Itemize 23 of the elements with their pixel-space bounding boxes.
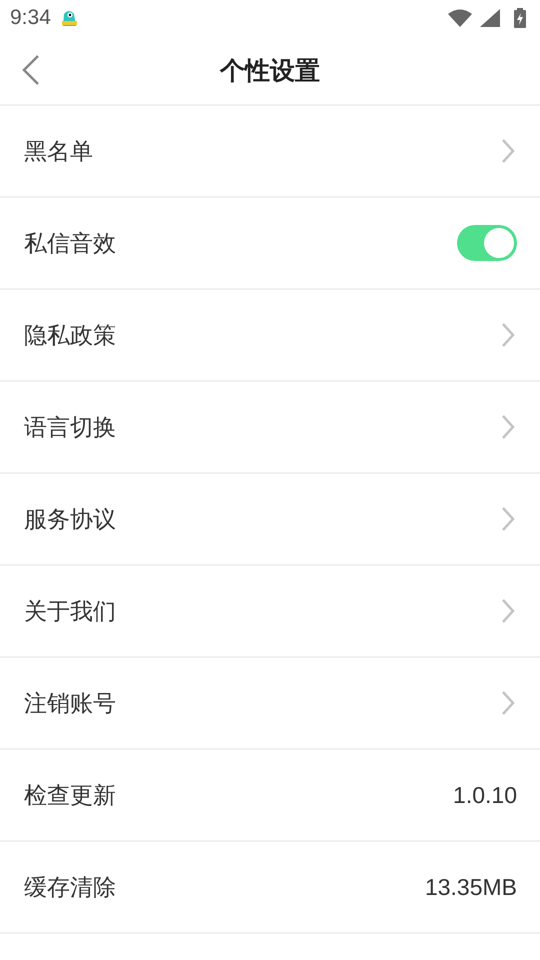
chevron-icon[interactable]: [499, 414, 517, 440]
setting-value: 1.0.10: [453, 782, 517, 808]
status-time: 9:34: [10, 6, 51, 30]
chevron-icon[interactable]: [499, 506, 517, 532]
battery-icon: [514, 8, 526, 28]
page-title: 个性设置: [220, 54, 320, 86]
setting-label: 隐私政策: [24, 322, 117, 350]
setting-label: 私信音效: [24, 230, 117, 258]
setting-value: 13.35MB: [424, 874, 517, 900]
chevron-icon[interactable]: [499, 138, 517, 164]
setting-label: 黑名单: [24, 138, 94, 166]
toggle-switch[interactable]: [457, 225, 517, 261]
chevron-icon[interactable]: [499, 322, 517, 348]
setting-label: 注销账号: [24, 690, 117, 718]
signal-icon: [480, 9, 500, 27]
setting-label: 服务协议: [24, 506, 117, 534]
setting-label: 检查更新: [24, 782, 117, 810]
setting-label: 语言切换: [24, 414, 117, 442]
wifi-icon: [448, 9, 472, 27]
chevron-icon[interactable]: [499, 598, 517, 624]
chevron-icon[interactable]: [499, 690, 517, 716]
setting-label: 缓存清除: [24, 874, 117, 902]
setting-label: 关于我们: [24, 598, 117, 626]
